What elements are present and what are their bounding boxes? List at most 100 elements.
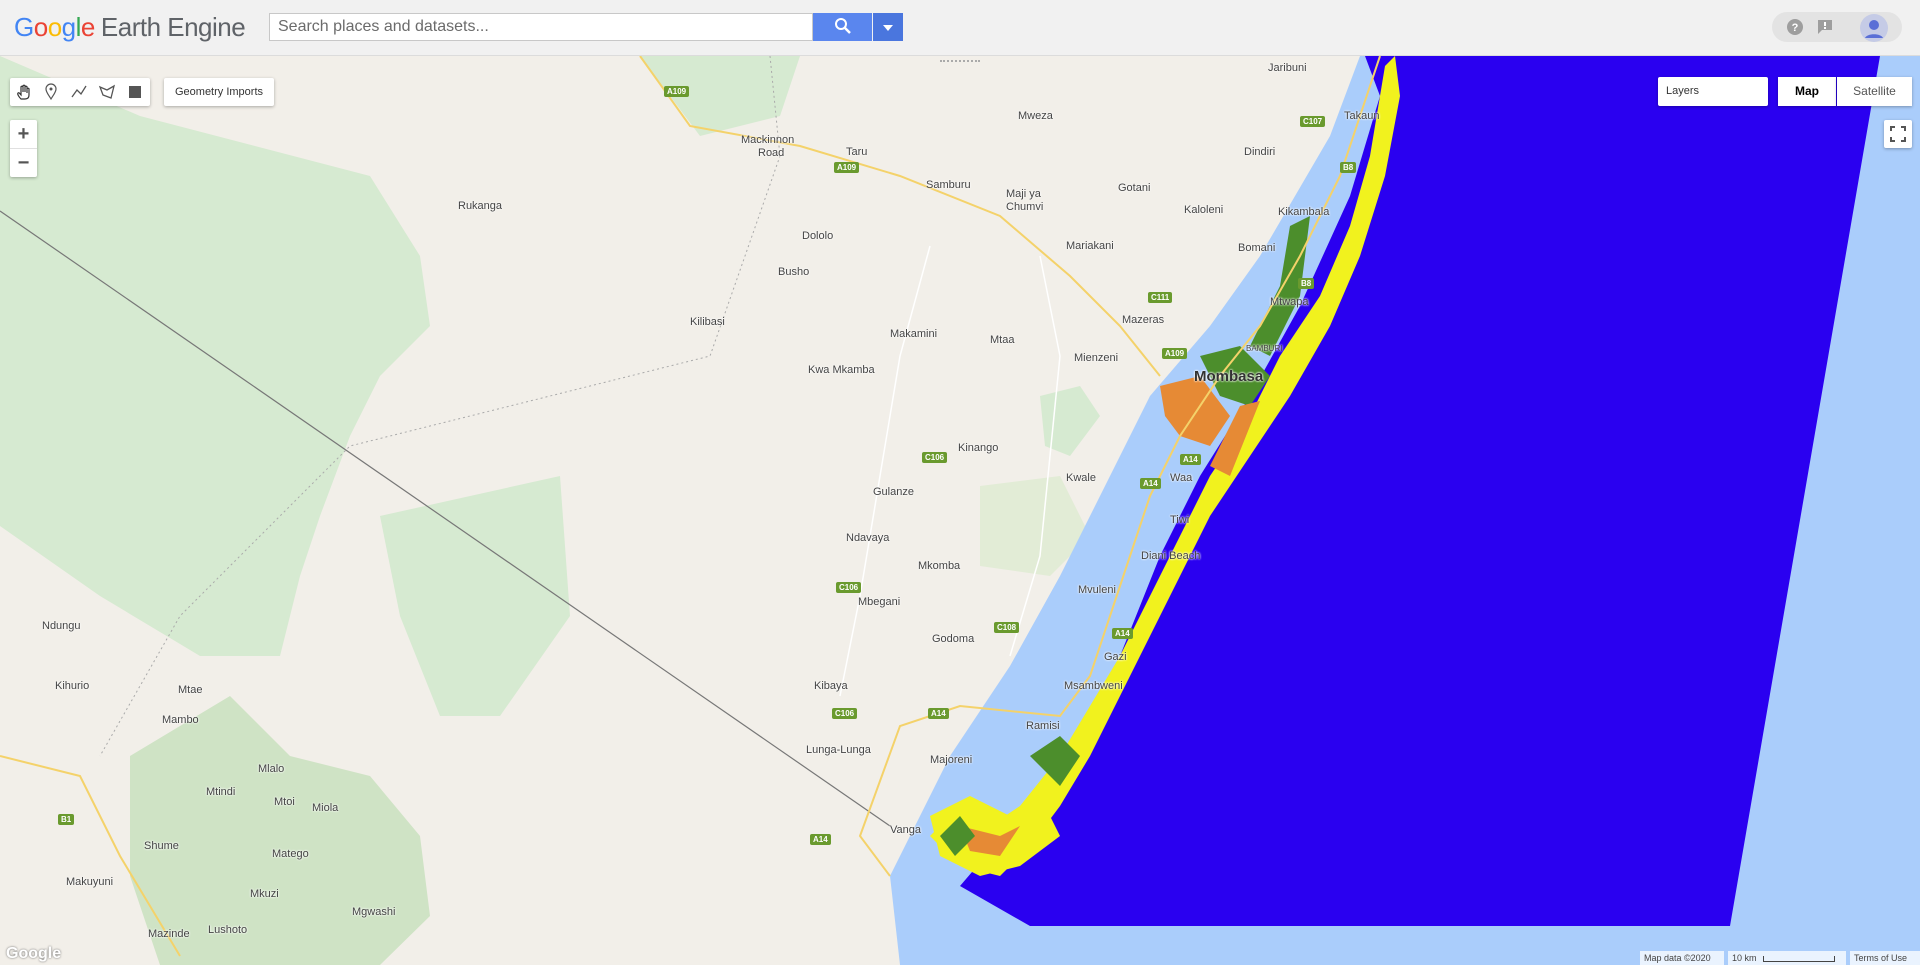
place-label: Lushoto (208, 924, 248, 936)
place-label: Maji ya (1006, 188, 1041, 200)
terms-of-use-link[interactable]: Terms of Use (1850, 951, 1920, 965)
place-label: Gazi (1104, 651, 1127, 663)
place-label: Mazeras (1122, 314, 1165, 326)
map-type-satellite-button[interactable]: Satellite (1837, 77, 1912, 106)
place-label: Mtindi (206, 786, 236, 798)
road-shield: A109 (1162, 348, 1188, 359)
place-label: Majoreni (930, 754, 973, 766)
place-label: Matego (272, 848, 309, 860)
zoom-out-button[interactable]: − (10, 148, 37, 177)
fullscreen-button[interactable] (1884, 120, 1912, 148)
place-label: Miola (312, 802, 339, 814)
place-label: Tiwi (1170, 514, 1190, 526)
road-shield: A14 (1112, 628, 1133, 639)
logo-letter: g (61, 12, 76, 42)
road-shield: C108 (994, 622, 1020, 633)
pan-hand-icon[interactable] (15, 83, 33, 101)
zoom-control: + − (10, 120, 37, 177)
road-shield: C106 (832, 708, 858, 719)
earth-engine-logo[interactable]: Google Earth Engine (14, 12, 246, 43)
place-label: Mtaa (990, 334, 1015, 346)
road-shield: A14 (928, 708, 949, 719)
road-shield: A14 (810, 834, 831, 845)
search-options-button[interactable] (873, 13, 903, 41)
place-label: Vanga (890, 824, 921, 836)
map-data-attribution: Map data ©2020 (1640, 951, 1724, 965)
place-label: Mambo (162, 714, 199, 726)
map-type-map-button[interactable]: Map (1778, 77, 1836, 106)
rectangle-icon[interactable] (126, 83, 144, 101)
road-shield: B1 (58, 814, 75, 825)
line-icon[interactable] (70, 83, 88, 101)
place-label: Kwa Mkamba (808, 364, 875, 376)
place-label: Kwale (1066, 472, 1096, 484)
road-shield: A14 (1180, 454, 1201, 465)
place-label: Mvuleni (1078, 584, 1116, 596)
road-shield: A14 (1140, 478, 1161, 489)
logo-letter: o (33, 12, 48, 42)
place-label: Mlalo (258, 763, 285, 775)
search-input[interactable] (269, 13, 813, 41)
place-label: Mbegani (858, 596, 901, 608)
place-label: Shume (144, 840, 179, 852)
place-label: Kikambala (1278, 206, 1330, 218)
panel-resize-handle[interactable] (940, 60, 980, 66)
place-label: Mazinde (148, 928, 190, 940)
place-label: Mweza (1018, 110, 1053, 122)
zoom-in-button[interactable]: + (10, 120, 37, 148)
logo-letter: e (80, 12, 95, 42)
google-logo: Google (6, 945, 62, 962)
road-shield: C106 (922, 452, 948, 463)
marker-icon[interactable] (42, 83, 60, 101)
scale-line (1763, 955, 1836, 962)
place-label: Mkomba (918, 560, 961, 572)
place-label: Mtwapa (1270, 296, 1309, 308)
map-canvas[interactable]: Jaribuni Mweza Takaun Mackinnon Road Tar… (0, 56, 1920, 965)
place-label: Busho (778, 266, 810, 278)
place-label: Dololo (802, 230, 834, 242)
place-label: Road (758, 147, 785, 159)
road-shield: A109 (834, 162, 860, 173)
scale-label: 10 km (1732, 953, 1757, 963)
place-label: Waa (1170, 472, 1193, 484)
place-label: Ramisi (1026, 720, 1060, 732)
account-icon[interactable] (1860, 14, 1888, 42)
place-label: Kilibasi (690, 316, 725, 328)
place-label: Diani Beach (1141, 550, 1201, 562)
top-bar: GoogleEarth Engine ? (0, 0, 1920, 56)
place-label: Chumvi (1006, 201, 1044, 213)
geometry-imports-button[interactable]: Geometry Imports (164, 78, 274, 106)
feedback-icon[interactable] (1816, 18, 1834, 36)
search-button[interactable] (813, 13, 872, 41)
header-actions: ? (1772, 12, 1902, 42)
place-label: Dindiri (1244, 146, 1276, 158)
place-label: Makamini (890, 328, 938, 340)
help-icon[interactable]: ? (1786, 18, 1804, 36)
road-shield: C111 (1148, 292, 1173, 303)
place-label: Jaribuni (1268, 62, 1307, 74)
polygon-icon[interactable] (98, 83, 116, 101)
place-label: Godoma (932, 633, 975, 645)
road-shield: B8 (1340, 162, 1357, 173)
place-label: Takaun (1344, 110, 1380, 122)
place-label: Kibaya (814, 680, 848, 692)
logo-letter: o (47, 12, 62, 42)
road-shield: A109 (664, 86, 690, 97)
scale-bar[interactable]: 10 km (1728, 951, 1846, 965)
layers-panel-button[interactable]: Layers (1658, 77, 1768, 106)
road-shield: C107 (1300, 116, 1326, 127)
place-label: Mienzeni (1074, 352, 1119, 364)
place-label: Kihurio (55, 680, 90, 692)
drawing-toolbar (10, 78, 150, 106)
place-label: Mkuzi (250, 888, 279, 900)
fullscreen-icon (1890, 126, 1906, 142)
place-label: Kinango (958, 442, 999, 454)
place-label: Gotani (1118, 182, 1151, 194)
place-label: Samburu (926, 179, 971, 191)
place-label: Lunga-Lunga (806, 744, 871, 756)
place-label: Gulanze (873, 486, 914, 498)
chevron-down-icon (883, 24, 893, 31)
place-label: Msambweni (1064, 680, 1123, 692)
place-label: Mtoi (274, 796, 295, 808)
place-label: Taru (846, 146, 868, 158)
